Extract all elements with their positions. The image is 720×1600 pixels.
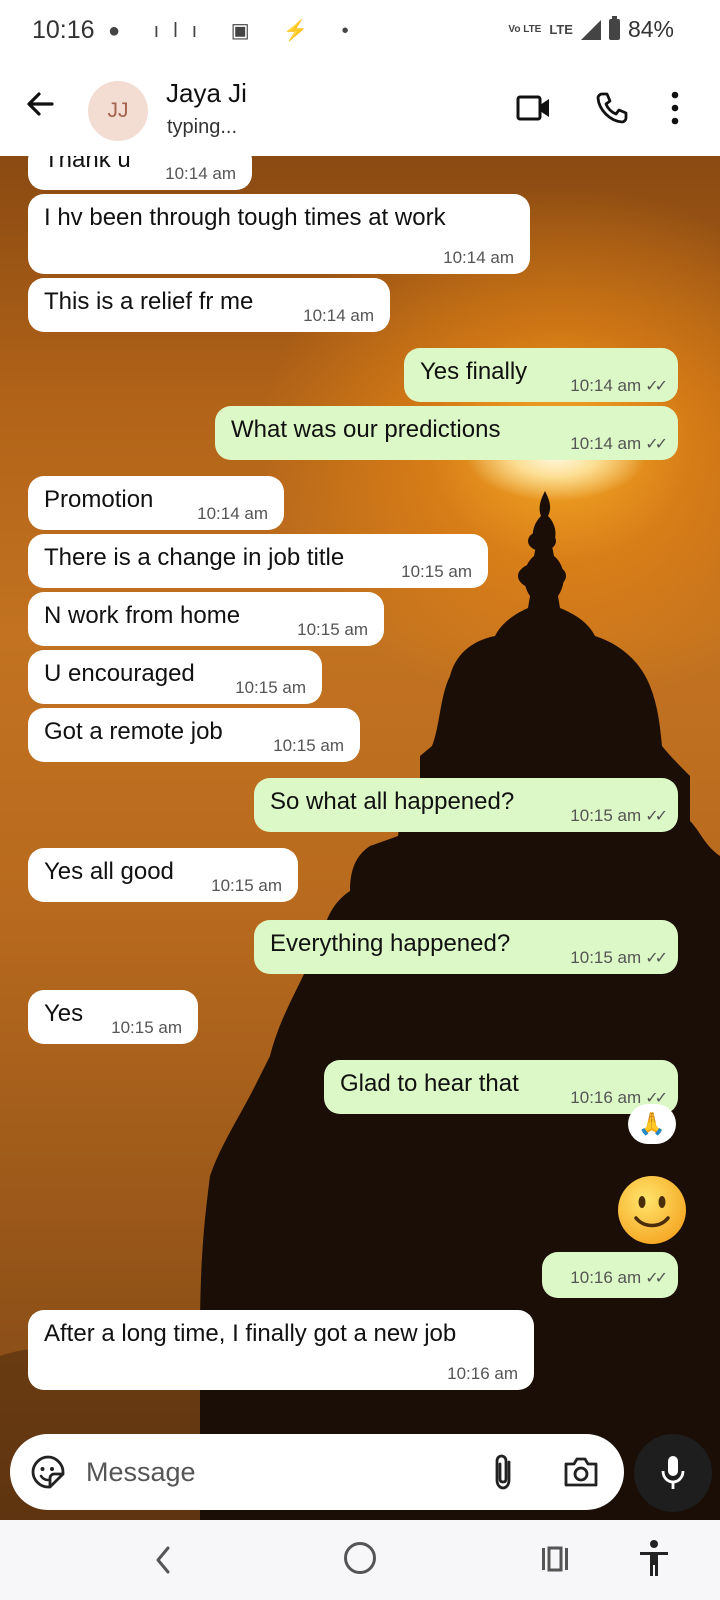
- message-time: 10:15 am ✓✓: [570, 806, 668, 825]
- message-time: 10:16 am ✓✓: [570, 1268, 668, 1287]
- double-check-icon: ✓✓: [645, 436, 668, 453]
- message-incoming[interactable]: There is a change in job title 10:15 am: [28, 534, 488, 588]
- volte-icon: Vo LTE: [508, 23, 542, 35]
- status-bar: 10:16 ● ılı ▣ ⚡ • Vo LTE LTE 84%: [0, 0, 720, 64]
- nav-recents-icon[interactable]: [540, 1544, 570, 1574]
- message-text: After a long time, I finally got a new j…: [44, 1320, 457, 1347]
- message-time: 10:15 am: [297, 620, 368, 639]
- message-outgoing[interactable]: 10:16 am ✓✓: [542, 1252, 678, 1298]
- double-check-icon: ✓✓: [645, 378, 668, 395]
- composer-bar: [0, 1420, 720, 1520]
- message-incoming[interactable]: Yes 10:15 am: [28, 990, 198, 1044]
- system-nav-bar: [0, 1520, 720, 1600]
- message-incoming[interactable]: Yes all good 10:15 am: [28, 848, 298, 902]
- message-time: 10:15 am: [273, 736, 344, 755]
- signal-icon: [580, 19, 601, 40]
- accessibility-icon[interactable]: [636, 1538, 672, 1578]
- chat-area[interactable]: Thank u 10:14 am I hv been through tough…: [0, 156, 720, 1520]
- message-text: I hv been through tough times at work: [44, 204, 446, 231]
- lte-label: LTE: [549, 22, 573, 37]
- message-time: 10:15 am: [111, 1018, 182, 1037]
- phone-icon[interactable]: [595, 91, 629, 125]
- message-incoming[interactable]: Got a remote job 10:15 am: [28, 708, 360, 762]
- microphone-icon: [661, 1456, 685, 1489]
- message-composer: [10, 1434, 624, 1510]
- message-time: 10:14 am ✓✓: [570, 376, 668, 395]
- message-outgoing[interactable]: Everything happened? 10:15 am ✓✓: [254, 920, 678, 974]
- chat-header: JJ Jaya Ji typing...: [0, 64, 720, 156]
- message-time: 10:14 am: [165, 164, 236, 183]
- avatar[interactable]: JJ: [88, 81, 148, 141]
- sticker-icon[interactable]: [30, 1454, 66, 1490]
- double-check-icon: ✓✓: [645, 808, 668, 825]
- paperclip-icon[interactable]: [488, 1452, 518, 1492]
- reaction-badge[interactable]: 🙏: [628, 1104, 676, 1144]
- status-right: Vo LTE LTE 84%: [508, 16, 674, 43]
- battery-percent: 84%: [627, 16, 674, 42]
- message-incoming[interactable]: I hv been through tough times at work 10…: [28, 194, 530, 274]
- message-time: 10:14 am: [197, 504, 268, 523]
- message-time: 10:14 am ✓✓: [570, 434, 668, 453]
- double-check-icon: ✓✓: [645, 950, 668, 967]
- camera-icon[interactable]: [562, 1454, 600, 1490]
- message-time: 10:15 am: [235, 678, 306, 697]
- message-time: 10:15 am: [211, 876, 282, 895]
- message-outgoing[interactable]: Glad to hear that 10:16 am ✓✓: [324, 1060, 678, 1114]
- message-time: 10:16 am: [447, 1364, 518, 1383]
- message-time: 10:15 am ✓✓: [570, 948, 668, 967]
- message-incoming[interactable]: This is a relief fr me 10:14 am: [28, 278, 390, 332]
- nav-back-icon[interactable]: [148, 1540, 178, 1580]
- video-camera-icon[interactable]: [516, 94, 552, 122]
- message-outgoing[interactable]: Yes finally 10:14 am ✓✓: [404, 348, 678, 402]
- notification-icons: ● ılı ▣ ⚡ •: [108, 20, 363, 42]
- message-time: 10:15 am: [401, 562, 472, 581]
- message-incoming[interactable]: After a long time, I finally got a new j…: [28, 1310, 534, 1390]
- message-input[interactable]: [86, 1434, 466, 1510]
- more-vertical-icon[interactable]: [668, 90, 682, 126]
- arrow-left-icon[interactable]: [22, 86, 62, 126]
- message-time: 10:14 am: [443, 248, 514, 267]
- message-incoming[interactable]: Promotion 10:14 am: [28, 476, 284, 530]
- message-incoming[interactable]: U encouraged 10:15 am: [28, 650, 322, 704]
- message-outgoing[interactable]: What was our predictions 10:14 am ✓✓: [215, 406, 678, 460]
- contact-name[interactable]: Jaya Ji: [166, 78, 247, 109]
- message-outgoing[interactable]: So what all happened? 10:15 am ✓✓: [254, 778, 678, 832]
- message-incoming[interactable]: Thank u 10:14 am: [28, 156, 252, 190]
- slightly-smiling-face-icon: [618, 1176, 686, 1244]
- double-check-icon: ✓✓: [645, 1270, 668, 1287]
- message-incoming[interactable]: N work from home 10:15 am: [28, 592, 384, 646]
- nav-home-icon[interactable]: [344, 1542, 376, 1574]
- status-time: 10:16: [32, 16, 95, 44]
- microphone-button[interactable]: [634, 1434, 712, 1512]
- message-time: 10:14 am: [303, 306, 374, 325]
- contact-status: typing...: [167, 116, 238, 138]
- battery-icon: [608, 16, 620, 40]
